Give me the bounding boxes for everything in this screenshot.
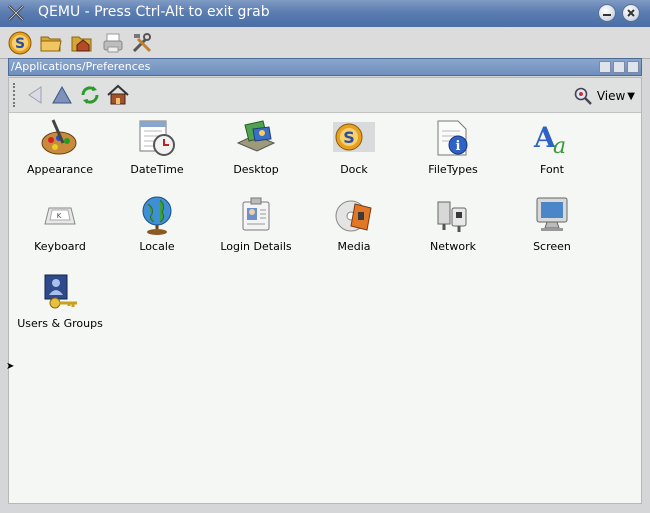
item-label: Appearance (26, 163, 94, 176)
close-icon (627, 9, 635, 17)
mouse-cursor: ➤ (6, 361, 15, 372)
path-close-button[interactable] (627, 61, 639, 73)
main-toolbar: S (0, 27, 650, 59)
path-minimize-button[interactable] (599, 61, 611, 73)
item-label: Login Details (220, 240, 292, 253)
item-login-details[interactable]: Login Details (207, 189, 305, 261)
filetypes-icon: i (432, 117, 474, 159)
item-label: Users & Groups (17, 317, 103, 330)
item-filetypes[interactable]: i FileTypes (404, 112, 502, 184)
home-icon[interactable] (106, 83, 130, 107)
preferences-grid: Appearance DateTime Desktop S Dock i Fil… (9, 112, 641, 502)
file-manager: View ▼ Appearance DateTime Desktop S Doc… (8, 77, 642, 504)
item-screen[interactable]: Screen (503, 189, 601, 261)
appearance-icon (39, 117, 81, 159)
item-label: Desktop (233, 163, 279, 176)
item-label: Font (540, 163, 564, 176)
svg-text:K: K (57, 212, 62, 220)
window-title: QEMU - Press Ctrl-Alt to exit grab (38, 4, 270, 20)
item-label: Keyboard (34, 240, 86, 253)
globe-icon (136, 194, 178, 236)
datetime-icon (136, 117, 178, 159)
item-desktop[interactable]: Desktop (207, 112, 305, 184)
network-icon (432, 194, 474, 236)
svg-text:S: S (15, 36, 25, 52)
magnifier-icon (574, 87, 592, 105)
settings-s-icon[interactable]: S (8, 31, 32, 55)
item-font[interactable]: Aa Font (503, 112, 601, 184)
close-button[interactable] (622, 4, 640, 22)
item-label: Media (337, 240, 371, 253)
path-maximize-button[interactable] (613, 61, 625, 73)
refresh-icon[interactable] (78, 83, 102, 107)
folder-open-icon[interactable] (39, 31, 63, 55)
item-label: Network (430, 240, 476, 253)
item-media[interactable]: Media (305, 189, 403, 261)
item-dock[interactable]: S Dock (305, 112, 403, 184)
view-label: View (596, 89, 626, 103)
view-menu-button[interactable]: View ▼ (573, 85, 635, 107)
printer-icon[interactable] (101, 31, 125, 55)
svg-text:a: a (553, 134, 566, 159)
home-folder-icon[interactable] (70, 31, 94, 55)
item-label: Screen (533, 240, 571, 253)
dock-icon: S (333, 117, 375, 159)
font-icon: Aa (531, 117, 573, 159)
toolbar-grip[interactable] (13, 83, 18, 107)
item-appearance[interactable]: Appearance (11, 112, 109, 184)
minimize-icon (603, 14, 611, 16)
svg-text:i: i (456, 139, 461, 154)
item-label: Dock (340, 163, 368, 176)
minimize-button[interactable] (598, 4, 616, 22)
svg-text:S: S (343, 128, 355, 147)
item-keyboard[interactable]: K Keyboard (11, 189, 109, 261)
desktop-icon (235, 117, 277, 159)
window-titlebar[interactable]: QEMU - Press Ctrl-Alt to exit grab (0, 0, 650, 27)
item-label: FileTypes (428, 163, 478, 176)
tools-icon[interactable] (130, 31, 154, 55)
up-icon[interactable] (50, 83, 74, 107)
back-icon[interactable] (23, 83, 47, 107)
item-users-groups[interactable]: Users & Groups (11, 266, 109, 338)
keyboard-icon: K (39, 194, 81, 236)
chevron-down-icon: ▼ (627, 90, 635, 102)
nav-toolbar: View ▼ (9, 78, 641, 113)
item-label: Locale (139, 240, 175, 253)
login-details-icon (235, 194, 277, 236)
item-label: DateTime (130, 163, 184, 176)
screen-icon (531, 194, 573, 236)
path-bar: /Applications/Preferences (8, 58, 642, 76)
item-network[interactable]: Network (404, 189, 502, 261)
users-groups-icon (39, 271, 81, 313)
item-locale[interactable]: Locale (108, 189, 206, 261)
qemu-app-icon (6, 3, 26, 23)
path-label: /Applications/Preferences (11, 60, 151, 73)
media-icon (333, 194, 375, 236)
item-datetime[interactable]: DateTime (108, 112, 206, 184)
